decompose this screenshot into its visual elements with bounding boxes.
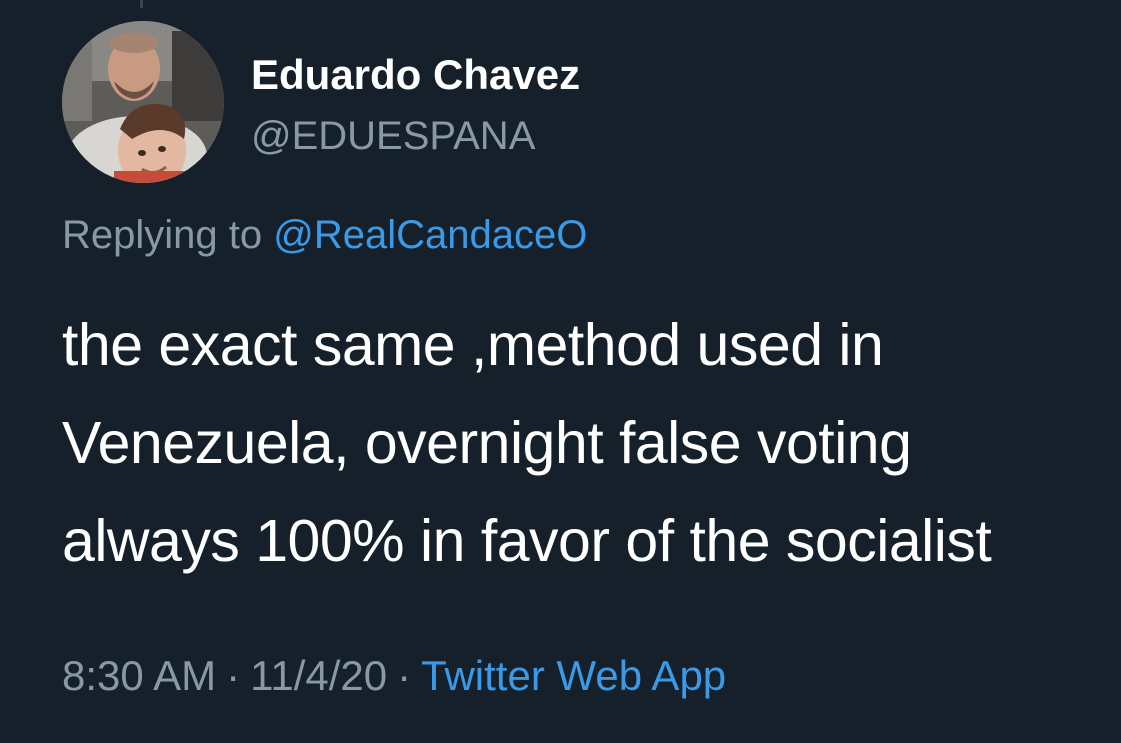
tweet-source-link[interactable]: Twitter Web App (421, 652, 726, 699)
tweet-time[interactable]: 8:30 AM (62, 652, 216, 699)
tweet-metadata: 8:30 AM · 11/4/20 · Twitter Web App (62, 650, 726, 702)
tweet-date[interactable]: 11/4/20 (250, 652, 387, 699)
replying-to-line: Replying to @RealCandaceO (62, 211, 587, 259)
tweet-text: the exact same ,method used in Venezuela… (62, 296, 1112, 590)
reply-mention-link[interactable]: @RealCandaceO (273, 213, 587, 257)
author-handle[interactable]: @EDUESPANA (251, 112, 535, 160)
meta-separator: · (226, 652, 241, 699)
avatar[interactable] (62, 21, 224, 183)
tweet: Eduardo Chavez @EDUESPANA Replying to @R… (0, 0, 1121, 743)
avatar-photo (62, 21, 224, 183)
tweet-text-line: always 100% in favor of the socialist (62, 508, 992, 574)
tweet-text-line: the exact same ,method used in (62, 312, 884, 378)
meta-separator: · (397, 652, 412, 699)
author-display-name[interactable]: Eduardo Chavez (251, 50, 580, 100)
tweet-text-line: Venezuela, overnight false voting (62, 410, 912, 476)
replying-to-label: Replying to (62, 213, 263, 257)
